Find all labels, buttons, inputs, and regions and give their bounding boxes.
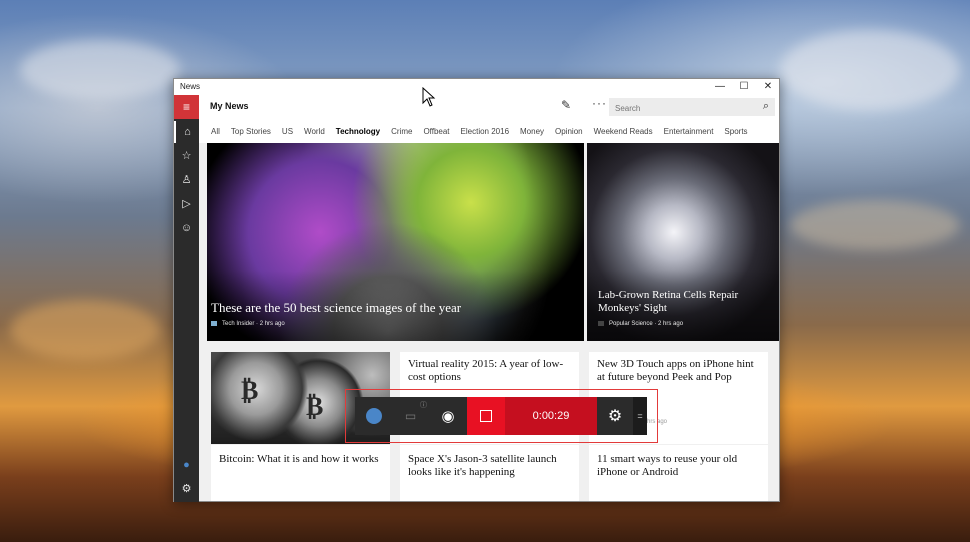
bitcoin-coin-mark: ₿ bbox=[241, 376, 259, 405]
category-tabs: All Top Stories US World Technology Crim… bbox=[199, 119, 779, 143]
screenshot-button[interactable]: ◉ bbox=[429, 397, 467, 435]
tab-world[interactable]: World bbox=[304, 127, 325, 136]
tab-entertainment[interactable]: Entertainment bbox=[664, 127, 714, 136]
search-icon[interactable]: ⌕ bbox=[763, 100, 769, 113]
info-icon: ⓘ bbox=[420, 402, 427, 409]
smart-article-title: 11 smart ways to reuse your old iPhone o… bbox=[597, 453, 738, 478]
tab-offbeat[interactable]: Offbeat bbox=[423, 127, 449, 136]
drag-handle[interactable]: = bbox=[633, 397, 647, 435]
local-icon[interactable]: ♙ bbox=[174, 169, 199, 191]
retina-source-name: Popular Science bbox=[609, 321, 653, 328]
favorites-icon[interactable]: ☆ bbox=[174, 145, 199, 167]
hamburger-menu-button[interactable]: ≡ bbox=[174, 95, 199, 119]
smart-article-card[interactable]: 11 smart ways to reuse your old iPhone o… bbox=[589, 445, 768, 501]
vr-article-title: Virtual reality 2015: A year of low-cost… bbox=[408, 358, 564, 383]
tab-sports[interactable]: Sports bbox=[724, 127, 747, 136]
tab-us[interactable]: US bbox=[282, 127, 293, 136]
account-icon[interactable]: ● bbox=[174, 454, 199, 476]
search-input[interactable] bbox=[609, 99, 749, 118]
tab-election-2016[interactable]: Election 2016 bbox=[461, 127, 509, 136]
left-nav: ≡ ⌂ ☆ ♙ ▷ ☺ ● ⚙ bbox=[174, 95, 199, 502]
mouse-cursor-icon bbox=[422, 87, 436, 107]
close-button[interactable]: ✕ bbox=[756, 79, 780, 95]
bitcoin-coin-mark: ₿ bbox=[306, 392, 324, 421]
camera-icon: ◉ bbox=[441, 408, 455, 425]
search-box[interactable]: ⌕ bbox=[609, 98, 775, 118]
tab-weekend-reads[interactable]: Weekend Reads bbox=[594, 127, 653, 136]
xbox-button[interactable] bbox=[355, 397, 392, 435]
home-icon[interactable]: ⌂ bbox=[174, 121, 199, 143]
settings-icon[interactable]: ⚙ bbox=[174, 478, 199, 500]
gallery-icon: ▭ bbox=[404, 409, 417, 423]
title-bar[interactable]: News — ☐ ✕ bbox=[174, 79, 779, 95]
recording-timer: 0:00:29 bbox=[505, 397, 597, 435]
hero-title: These are the 50 best science images of … bbox=[211, 300, 462, 315]
desktop-cloud bbox=[20, 40, 180, 100]
xbox-icon bbox=[365, 408, 382, 424]
tab-crime[interactable]: Crime bbox=[391, 127, 412, 136]
spacex-article-title: Space X's Jason-3 satellite launch looks… bbox=[408, 453, 557, 478]
retina-title: Lab-Grown Retina Cells Repair Monkeys' S… bbox=[598, 289, 739, 314]
desktop-cloud bbox=[780, 30, 960, 110]
more-options-icon[interactable]: ··· bbox=[592, 96, 607, 110]
hero-time: 2 hrs ago bbox=[259, 321, 285, 328]
hero-source: Tech Insider · 2 hrs ago bbox=[211, 321, 285, 327]
stop-icon bbox=[480, 410, 492, 422]
source-logo-icon bbox=[211, 321, 217, 326]
retina-article[interactable]: Lab-Grown Retina Cells Repair Monkeys' S… bbox=[587, 143, 779, 341]
tab-opinion[interactable]: Opinion bbox=[555, 127, 583, 136]
retina-time: 2 hrs ago bbox=[658, 321, 684, 328]
tab-all[interactable]: All bbox=[211, 127, 220, 136]
minimize-button[interactable]: — bbox=[708, 79, 732, 95]
touch-article-title: New 3D Touch apps on iPhone hint at futu… bbox=[597, 358, 754, 383]
window-title: News bbox=[180, 82, 201, 91]
hero-article[interactable]: These are the 50 best science images of … bbox=[207, 143, 584, 341]
hero-source-name: Tech Insider bbox=[222, 321, 255, 328]
tab-money[interactable]: Money bbox=[520, 127, 544, 136]
game-bar: ▭ ◉ 0:00:29 ⚙ = bbox=[355, 397, 647, 435]
news-content: These are the 50 best science images of … bbox=[199, 143, 779, 501]
pen-icon[interactable]: ✎ bbox=[561, 98, 571, 112]
tab-technology[interactable]: Technology bbox=[336, 127, 380, 136]
bitcoin-article-title: Bitcoin: What it is and how it works bbox=[219, 453, 379, 465]
app-header: My News ✎ ··· ⌕ bbox=[199, 95, 779, 119]
tab-top-stories[interactable]: Top Stories bbox=[231, 127, 271, 136]
source-logo-icon bbox=[598, 321, 604, 326]
stop-recording-button[interactable] bbox=[467, 397, 505, 435]
page-title: My News bbox=[210, 101, 249, 111]
maximize-button[interactable]: ☐ bbox=[732, 79, 756, 95]
bitcoin-article-card[interactable]: Bitcoin: What it is and how it works bbox=[211, 445, 390, 501]
gamebar-settings-button[interactable]: ⚙ bbox=[597, 397, 633, 435]
gear-icon: ⚙ bbox=[607, 408, 623, 425]
video-icon[interactable]: ▷ bbox=[174, 193, 199, 215]
spacex-article-card[interactable]: Space X's Jason-3 satellite launch looks… bbox=[400, 445, 579, 501]
feedback-icon[interactable]: ☺ bbox=[174, 217, 199, 239]
desktop-cloud bbox=[790, 200, 960, 250]
desktop-cloud bbox=[10, 300, 160, 360]
retina-source: Popular Science · 2 hrs ago bbox=[598, 321, 683, 327]
